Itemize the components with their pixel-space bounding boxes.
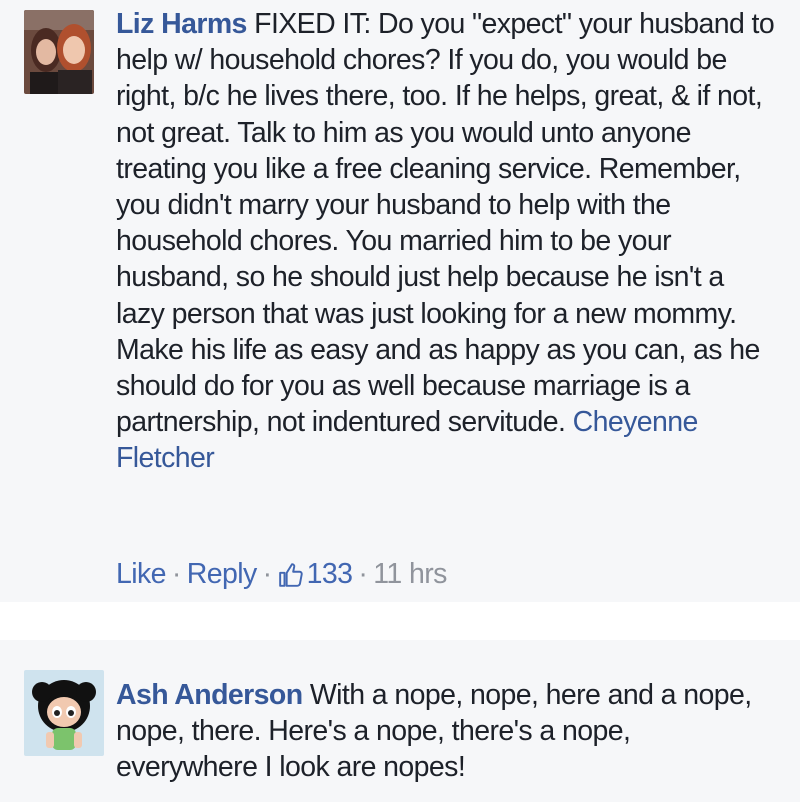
thumbs-up-icon <box>278 562 303 587</box>
separator-dot: · <box>262 558 273 590</box>
two-women-photo-icon <box>24 10 94 94</box>
comment-text-liz-harms: Liz Harms FIXED IT: Do you "expect" your… <box>116 6 776 477</box>
cartoon-girl-avatar-icon <box>24 670 104 756</box>
like-count: 133 <box>306 558 353 590</box>
separator-dot: · <box>358 558 368 590</box>
avatar-liz-harms[interactable] <box>24 10 94 94</box>
comment-body: FIXED IT: Do you "expect" your husband t… <box>116 8 775 439</box>
like-link[interactable]: Like <box>116 558 166 591</box>
reply-link[interactable]: Reply <box>187 558 257 591</box>
comment-author-link[interactable]: Ash Anderson <box>116 679 303 711</box>
avatar-ash-anderson[interactable] <box>24 670 104 756</box>
comment-text-ash-anderson: Ash Anderson With a nope, nope, here and… <box>116 677 776 786</box>
separator-dot: · <box>171 558 182 590</box>
like-count-badge[interactable]: 133 <box>278 558 353 591</box>
comment-actions: Like · Reply · 133 · 11 hrs <box>116 558 447 591</box>
timestamp-link[interactable]: 11 hrs <box>373 558 447 591</box>
comment-author-link[interactable]: Liz Harms <box>116 8 247 40</box>
